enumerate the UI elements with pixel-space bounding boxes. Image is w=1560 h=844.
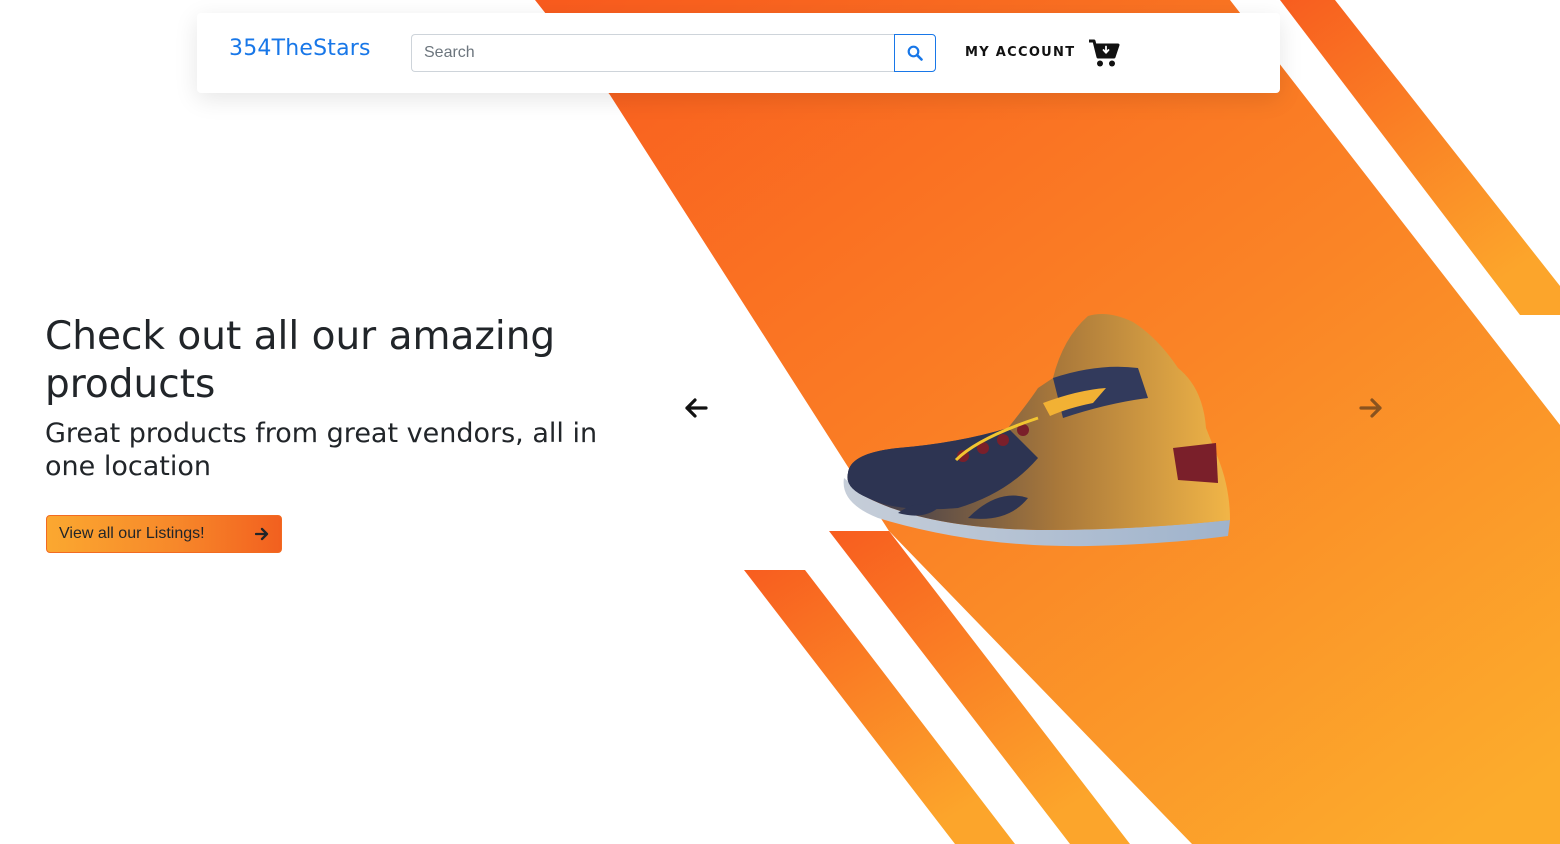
carousel-prev-arrow-icon[interactable] xyxy=(682,394,710,422)
basketball-sneaker-image xyxy=(843,314,1230,547)
top-navbar: 354TheStars MY ACCOUNT xyxy=(197,13,1280,93)
arrow-right-icon xyxy=(255,527,269,541)
search-input[interactable] xyxy=(411,34,895,72)
shopping-cart-icon[interactable] xyxy=(1088,38,1120,68)
view-listings-label: View all our Listings! xyxy=(59,525,205,542)
brand-logo-link[interactable]: 354TheStars xyxy=(229,36,371,61)
my-account-link[interactable]: MY ACCOUNT xyxy=(965,45,1075,60)
hero-subtitle: Great products from great vendors, all i… xyxy=(45,418,598,482)
carousel-next-arrow-icon[interactable] xyxy=(1357,394,1385,422)
view-listings-button[interactable]: View all our Listings! xyxy=(46,515,282,553)
search-icon xyxy=(907,45,923,61)
page: 354TheStars MY ACCOUNT Check out all our… xyxy=(0,0,1560,844)
search-form xyxy=(411,34,936,72)
search-button[interactable] xyxy=(894,34,936,72)
hero-title: Check out all our amazing products xyxy=(45,314,556,407)
